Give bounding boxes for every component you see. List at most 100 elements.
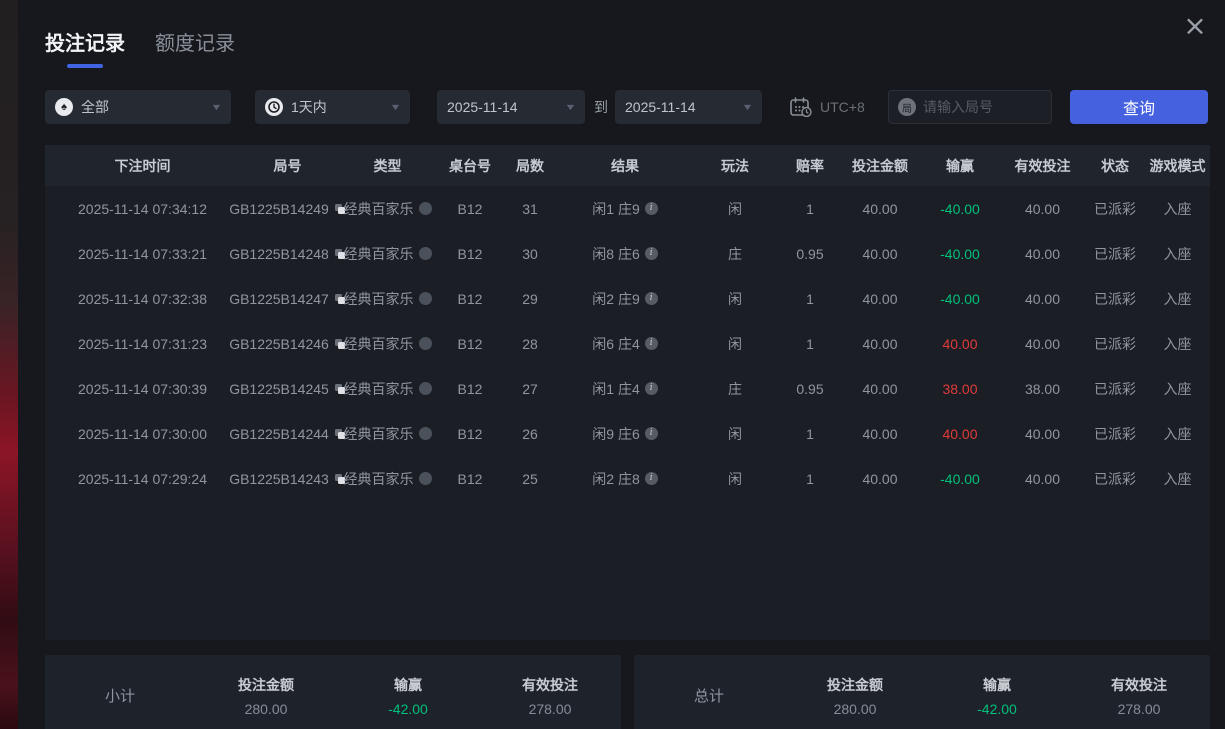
game-type-info-icon[interactable]	[418, 292, 432, 305]
bet-time-cell: 2025-11-14 07:30:39	[78, 380, 207, 397]
table-no-cell: B12	[457, 200, 483, 217]
info-icon[interactable]: i	[644, 427, 658, 440]
time-range-dropdown[interactable]: 1天内 ▼	[255, 90, 410, 124]
win-lose-cell: -40.00	[940, 470, 980, 487]
info-icon[interactable]: i	[644, 202, 658, 215]
round-id-cell: GB1225B14245	[229, 381, 345, 397]
game-mode-cell: 入座	[1163, 335, 1192, 352]
bet-time-cell: 2025-11-14 07:33:21	[78, 245, 207, 262]
date-to-picker[interactable]: 2025-11-14 ▼	[615, 90, 762, 124]
round-id-cell: GB1225B14249	[229, 201, 345, 217]
column-header: 结果	[611, 157, 639, 174]
odds-cell: 1	[806, 425, 814, 442]
odds-cell: 0.95	[796, 380, 824, 397]
close-icon[interactable]: ×	[1179, 10, 1211, 42]
round-id-cell: GB1225B14246	[229, 336, 345, 352]
round-id-cell: GB1225B14243	[229, 471, 345, 487]
bet-amount-cell: 40.00	[862, 245, 898, 262]
date-to-label: 到	[594, 99, 608, 115]
timezone-group: UTC+8	[790, 90, 865, 124]
status-cell: 已派彩	[1094, 380, 1136, 397]
chevron-down-icon: ▼	[389, 102, 402, 112]
valid-bet-cell: 40.00	[1024, 335, 1061, 352]
result-cell: 闲2 庄9 i	[560, 289, 690, 309]
play-cell: 闲	[728, 200, 742, 217]
game-mode-cell: 入座	[1163, 245, 1192, 262]
table-body: 2025-11-14 07:34:12 GB1225B14249 经典百家乐 B…	[45, 186, 1210, 501]
column-header: 局号	[273, 157, 302, 174]
valid-bet-cell: 40.00	[1024, 200, 1061, 217]
result-cell: 闲6 庄4 i	[560, 334, 690, 354]
odds-cell: 1	[806, 470, 814, 487]
column-header: 输赢	[946, 157, 974, 174]
table-no-cell: B12	[457, 470, 483, 487]
table-row: 2025-11-14 07:30:00 GB1225B14244 经典百家乐 B…	[45, 411, 1210, 456]
game-mode-cell: 入座	[1163, 200, 1192, 217]
search-button[interactable]: 查询	[1070, 90, 1208, 124]
status-cell: 已派彩	[1094, 245, 1136, 262]
table-row: 2025-11-14 07:31:23 GB1225B14246 经典百家乐 B…	[45, 321, 1210, 366]
info-icon[interactable]: i	[644, 292, 658, 305]
records-table: 下注时间 局号 类型 桌台号 局数 结果 玩法 赔率 投注金额 输赢 有效投注 状态 游戏模式 2025…	[45, 145, 1210, 640]
info-icon[interactable]: i	[644, 337, 658, 350]
info-icon[interactable]: i	[644, 472, 658, 485]
game-type-cell: 经典百家乐	[335, 289, 440, 309]
subtotal-label: 小计	[104, 688, 135, 705]
round-id-cell: GB1225B14248	[229, 246, 345, 262]
game-type-info-icon[interactable]	[418, 427, 432, 440]
bet-time-cell: 2025-11-14 07:29:24	[78, 470, 207, 487]
game-type-cell: 经典百家乐	[335, 334, 440, 354]
odds-cell: 1	[806, 335, 814, 352]
column-header: 下注时间	[114, 157, 171, 174]
total-winlose: 输赢 -42.00	[977, 677, 1017, 717]
status-cell: 已派彩	[1094, 290, 1136, 307]
column-header: 桌台号	[449, 157, 491, 174]
bet-amount-cell: 40.00	[862, 470, 898, 487]
round-number-input[interactable]	[923, 99, 1042, 115]
filter-bar: ♠ 全部 ▼ 1天内 ▼ 2025-11-14 ▼ 到 2025-11-14 ▼	[18, 90, 1225, 124]
timezone-label: UTC+8	[820, 99, 865, 115]
date-from-picker[interactable]: 2025-11-14 ▼	[437, 90, 585, 124]
subtotal-panel: 小计 投注金额 280.00 输赢 -42.00 有效投注 278.00	[45, 655, 621, 729]
game-type-info-icon[interactable]	[418, 247, 432, 260]
game-type-info-icon[interactable]	[418, 472, 432, 485]
result-cell: 闲1 庄4 i	[560, 379, 690, 399]
table-no-cell: B12	[457, 335, 483, 352]
round-count-cell: 31	[522, 200, 538, 217]
play-cell: 闲	[728, 470, 742, 487]
game-type-info-icon[interactable]	[418, 382, 432, 395]
tab-quota-records[interactable]: 额度记录	[155, 27, 235, 66]
play-cell: 庄	[728, 245, 742, 262]
valid-bet-cell: 38.00	[1024, 380, 1061, 397]
odds-cell: 1	[806, 200, 814, 217]
bet-amount-cell: 40.00	[862, 425, 898, 442]
column-header: 投注金额	[852, 157, 908, 174]
win-lose-cell: -40.00	[940, 245, 980, 262]
calendar-clock-icon[interactable]	[790, 97, 812, 117]
date-to-value: 2025-11-14	[625, 99, 696, 115]
clock-icon	[265, 98, 283, 116]
chevron-down-icon: ▼	[210, 102, 223, 112]
round-count-cell: 29	[522, 290, 538, 307]
info-icon[interactable]: i	[644, 382, 658, 395]
subtotal-valid: 有效投注 278.00	[522, 677, 578, 717]
column-header: 玩法	[721, 157, 749, 174]
total-bet: 投注金额 280.00	[827, 677, 883, 717]
game-mode-cell: 入座	[1163, 290, 1192, 307]
valid-bet-cell: 40.00	[1024, 245, 1061, 262]
game-type-info-icon[interactable]	[418, 337, 432, 350]
win-lose-cell: -40.00	[940, 290, 980, 307]
info-icon[interactable]: i	[644, 247, 658, 260]
table-header: 下注时间 局号 类型 桌台号 局数 结果 玩法 赔率 投注金额 输赢 有效投注 状态 游戏模式	[45, 145, 1210, 186]
betting-records-dialog: 投注记录 额度记录 × ♠ 全部 ▼ 1天内 ▼ 2025-11-14 ▼ 到 …	[18, 0, 1225, 729]
win-lose-cell: 40.00	[942, 425, 978, 442]
summary-bar: 小计 投注金额 280.00 输赢 -42.00 有效投注 278.00 总计 …	[45, 655, 1210, 729]
game-type-cell: 经典百家乐	[335, 379, 440, 399]
valid-bet-cell: 40.00	[1024, 425, 1061, 442]
game-type-info-icon[interactable]	[418, 202, 432, 215]
status-cell: 已派彩	[1094, 200, 1136, 217]
play-cell: 闲	[728, 335, 742, 352]
tab-betting-records[interactable]: 投注记录	[45, 27, 125, 66]
table-no-cell: B12	[457, 380, 483, 397]
game-type-dropdown[interactable]: ♠ 全部 ▼	[45, 90, 231, 124]
